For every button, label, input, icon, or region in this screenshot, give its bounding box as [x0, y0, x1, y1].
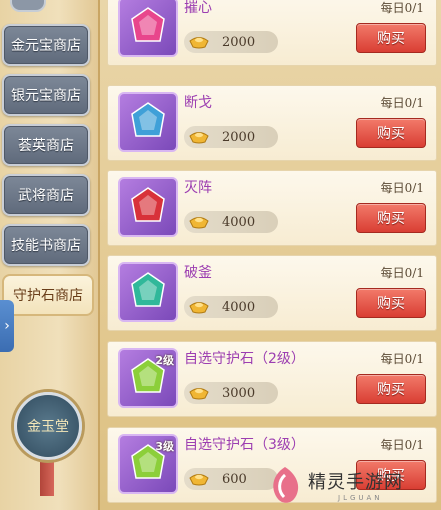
price-value: 4000 [222, 214, 256, 230]
jinyutang-medal[interactable]: 金玉堂 [14, 392, 82, 460]
level-badge: 3级 [155, 440, 174, 453]
tab-guardian-stone-shop[interactable]: 守护石商店 [2, 274, 94, 316]
pink-gem-icon[interactable] [118, 0, 178, 57]
tab-general-shop[interactable]: 武将商店 [2, 174, 90, 216]
gold-ingot-icon [189, 302, 209, 314]
watermark: 精灵手游网 JLGUAN [268, 460, 441, 510]
daily-limit: 每日0/1 [380, 352, 424, 366]
buy-button[interactable]: 购买 [356, 118, 426, 148]
shop-item-row: 破釜 每日0/1 4000 购买 [107, 255, 437, 331]
buy-button[interactable]: 购买 [356, 288, 426, 318]
buy-label: 购买 [377, 296, 405, 312]
buy-button[interactable]: 购买 [356, 374, 426, 404]
gold-ingot-icon [189, 388, 209, 400]
daily-limit: 每日0/1 [380, 96, 424, 110]
shop-item-row: 2级 自选守护石（2级） 每日0/1 3000 购买 [107, 341, 437, 417]
item-name: 灭阵 [184, 180, 212, 196]
item-name: 自选守护石（2级） [184, 351, 305, 367]
green-gem-icon[interactable] [118, 262, 178, 322]
sidebar-top-decoration [10, 0, 46, 12]
price-value: 2000 [222, 34, 256, 50]
buy-label: 购买 [377, 31, 405, 47]
item-name: 断戈 [184, 95, 212, 111]
gold-ingot-icon [189, 132, 209, 144]
price-value: 2000 [222, 129, 256, 145]
buy-button[interactable]: 购买 [356, 23, 426, 53]
medal-ribbon [40, 456, 54, 496]
daily-limit: 每日0/1 [380, 266, 424, 280]
selectable-gem-icon[interactable]: 2级 [118, 348, 178, 408]
watermark-text: 精灵手游网 [308, 472, 403, 493]
buy-label: 购买 [377, 126, 405, 142]
daily-limit: 每日0/1 [380, 181, 424, 195]
tab-silver-ingot-shop[interactable]: 银元宝商店 [2, 74, 90, 116]
price-tag: 2000 [184, 31, 278, 53]
tab-label: 技能书商店 [11, 238, 81, 254]
watermark-subtext: JLGUAN [338, 494, 383, 502]
daily-limit: 每日0/1 [380, 1, 424, 15]
tab-huiying-shop[interactable]: 荟英商店 [2, 124, 90, 166]
shop-sidebar: 金元宝商店 银元宝商店 荟英商店 武将商店 技能书商店 守护石商店 金玉堂 [0, 0, 100, 510]
tab-label: 金元宝商店 [11, 38, 81, 54]
price-tag: 600 [184, 468, 278, 490]
tab-label: 荟英商店 [18, 138, 74, 154]
item-list: 摧心 每日0/1 2000 购买 断戈 每日0/1 2000 购买 灭阵 每日0… [104, 0, 441, 510]
shop-item-row: 灭阵 每日0/1 4000 购买 [107, 170, 437, 246]
shop-item-row: 摧心 每日0/1 2000 购买 [107, 0, 437, 66]
price-tag: 4000 [184, 296, 278, 318]
gold-ingot-icon [189, 474, 209, 486]
gold-ingot-icon [189, 37, 209, 49]
price-value: 3000 [222, 385, 256, 401]
shop-item-row: 断戈 每日0/1 2000 购买 [107, 85, 437, 161]
chevron-right-icon[interactable]: › [0, 300, 14, 352]
medal-label: 金玉堂 [27, 419, 69, 435]
tab-label: 武将商店 [18, 188, 74, 204]
price-tag: 3000 [184, 382, 278, 404]
daily-limit: 每日0/1 [380, 438, 424, 452]
tab-label: 银元宝商店 [11, 88, 81, 104]
gold-ingot-icon [189, 217, 209, 229]
price-tag: 2000 [184, 126, 278, 148]
red-gem-icon[interactable] [118, 177, 178, 237]
tab-skillbook-shop[interactable]: 技能书商店 [2, 224, 90, 266]
tab-label: 守护石商店 [13, 288, 83, 304]
selectable-gem-icon[interactable]: 3级 [118, 434, 178, 494]
tab-gold-ingot-shop[interactable]: 金元宝商店 [2, 24, 90, 66]
level-badge: 2级 [155, 354, 174, 367]
watermark-logo [273, 467, 299, 503]
item-name: 破釜 [184, 265, 212, 281]
price-value: 4000 [222, 299, 256, 315]
price-tag: 4000 [184, 211, 278, 233]
buy-label: 购买 [377, 211, 405, 227]
item-name: 自选守护石（3级） [184, 437, 305, 453]
blue-gem-icon[interactable] [118, 92, 178, 152]
buy-button[interactable]: 购买 [356, 203, 426, 233]
price-value: 600 [222, 471, 247, 487]
buy-label: 购买 [377, 382, 405, 398]
item-name: 摧心 [184, 0, 212, 16]
